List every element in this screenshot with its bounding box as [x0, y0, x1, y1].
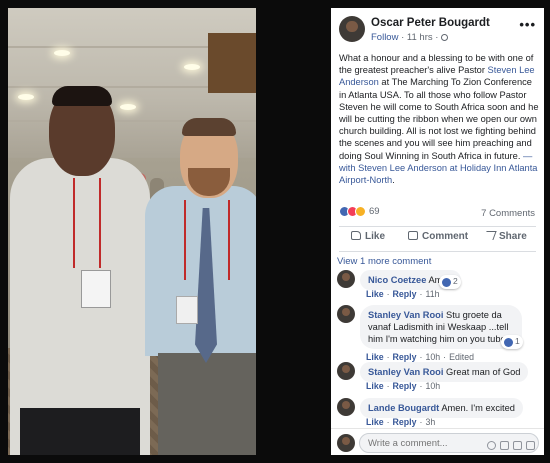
gif-icon[interactable] [513, 441, 522, 450]
commenter-avatar[interactable] [337, 398, 355, 416]
comment-bubble: Stanley Van Rooi Stu groete da vanaf Lad… [360, 305, 522, 349]
share-arrow-icon [483, 231, 497, 240]
comment-composer [331, 428, 544, 455]
comment-reply-link[interactable]: Reply [393, 381, 417, 391]
with-person-link[interactable]: Steven Lee Anderson [358, 163, 447, 173]
share-button[interactable]: Share [483, 231, 527, 242]
name-badge [176, 296, 198, 324]
commenter-avatar[interactable] [337, 305, 355, 323]
post-photo[interactable] [8, 8, 256, 455]
comment-like-link[interactable]: Like [366, 289, 384, 299]
person-left-pants [20, 408, 140, 455]
viewer-avatar [337, 434, 355, 452]
commenter-avatar[interactable] [337, 270, 355, 288]
comment-button[interactable]: Comment [408, 231, 468, 242]
comment-bubble-icon [408, 231, 418, 240]
post-meta: Follow · 11 hrs · [371, 32, 449, 43]
comment-label: Comment [422, 231, 469, 242]
like-label: Like [365, 231, 386, 242]
comment-time[interactable]: 11h [425, 289, 439, 299]
like-button[interactable]: Like [351, 231, 385, 242]
comment-bubble: Lande Bougardt Amen. I'm excited [360, 398, 523, 418]
ceiling-light [18, 94, 34, 100]
at-label: at [447, 162, 460, 173]
person-right-pants [158, 353, 256, 455]
post-text-end: . [392, 175, 395, 186]
ceiling-light [184, 64, 200, 70]
divider [339, 251, 536, 252]
commenter-name[interactable]: Lande Bougardt [368, 403, 439, 413]
like-thumb-icon [351, 231, 361, 240]
post-header: Oscar Peter Bougardt Follow · 11 hrs · •… [331, 8, 544, 52]
author-avatar[interactable] [339, 16, 365, 42]
comment-reply-link[interactable]: Reply [393, 417, 417, 427]
comment-meta: Like · Reply · 10h · Edited [366, 352, 475, 362]
comment-like-count[interactable]: 2 [439, 275, 461, 289]
wood-panel [208, 33, 256, 93]
ceiling-light [120, 104, 136, 110]
ceiling-light [54, 50, 70, 56]
person-right-hair [182, 118, 236, 136]
author-name[interactable]: Oscar Peter Bougardt [371, 17, 490, 29]
comment-meta: Like · Reply · 11h [366, 289, 440, 299]
camera-icon[interactable] [500, 441, 509, 450]
comment-count-link[interactable]: 7 Comments [481, 208, 535, 219]
commenter-name[interactable]: Nico Coetzee [368, 275, 426, 285]
name-badge [81, 270, 111, 308]
sticker-icon[interactable] [526, 441, 535, 450]
follow-link[interactable]: Follow [371, 32, 398, 43]
lanyard [73, 178, 101, 268]
comment-time[interactable]: 3h [425, 417, 435, 427]
post-body: What a honour and a blessing to be with … [339, 52, 539, 186]
wow-reaction-icon [355, 206, 366, 217]
comment-time[interactable]: 10h [425, 352, 440, 362]
comment-like-link[interactable]: Like [366, 417, 384, 427]
post-actions: Like Comment Share [331, 227, 544, 249]
comment-time[interactable]: 10h [425, 381, 440, 391]
comment-bubble: Stanley Van Rooi Great man of God [360, 362, 529, 382]
comment-like-link[interactable]: Like [366, 381, 384, 391]
commenter-name[interactable]: Stanley Van Rooi [368, 310, 443, 320]
post-time[interactable]: 11 hrs [407, 32, 433, 43]
post-panel: Oscar Peter Bougardt Follow · 11 hrs · •… [331, 8, 544, 455]
comment-meta: Like · Reply · 10h [366, 381, 441, 391]
more-options-icon[interactable]: ••• [519, 17, 536, 32]
view-more-comments-link[interactable]: View 1 more comment [337, 256, 431, 267]
comment-like-link[interactable]: Like [366, 352, 384, 362]
comment-meta: Like · Reply · 3h [366, 417, 436, 427]
commenter-name[interactable]: Stanley Van Rooi [368, 367, 443, 377]
comment-edited-label[interactable]: Edited [449, 352, 474, 362]
comment-reply-link[interactable]: Reply [393, 352, 417, 362]
comment-like-count[interactable]: 1 [501, 335, 523, 349]
person-left-hair [52, 86, 112, 106]
post-text-part: at The Marching To Zion Conference in At… [339, 77, 539, 161]
comment-reply-link[interactable]: Reply [393, 289, 417, 299]
composer-icons [483, 439, 535, 453]
commenter-avatar[interactable] [337, 362, 355, 380]
emoji-icon[interactable] [487, 441, 496, 450]
reaction-count: 69 [369, 206, 380, 217]
comment-text: Great man of God [446, 367, 521, 377]
share-label: Share [499, 231, 527, 242]
comment-text: Amen. I'm excited [441, 403, 515, 413]
globe-icon [441, 34, 449, 41]
